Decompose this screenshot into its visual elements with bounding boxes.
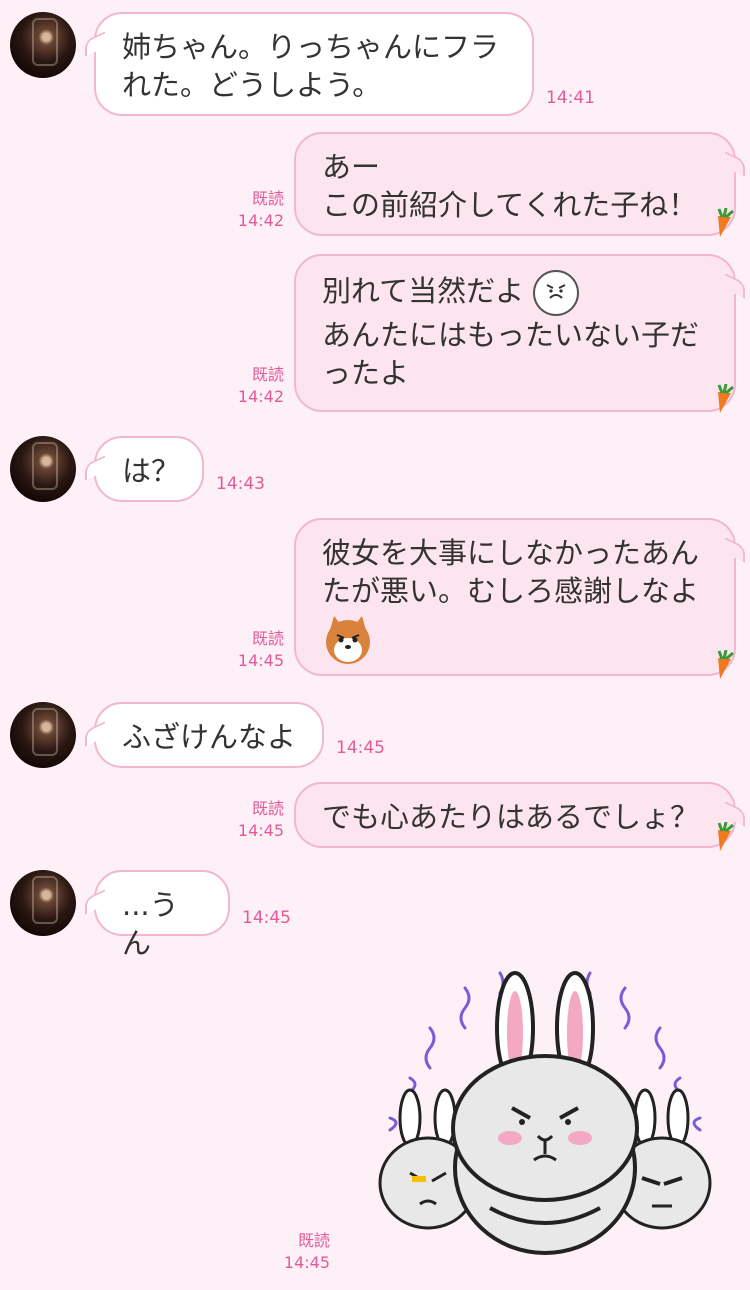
carrot-icon (717, 208, 734, 237)
read-label: 既読 (251, 629, 284, 648)
message-bubble[interactable]: ふざけんなよ (94, 702, 324, 768)
friend-avatar[interactable] (10, 436, 76, 502)
message-bubble[interactable]: 姉ちゃん。りっちゃんにフラれた。どうしよう。 (94, 12, 534, 116)
message-text: 彼女を大事にしなかったあんたが悪い。むしろ感謝しなよ (322, 536, 700, 608)
message-bubble[interactable]: ...うん (94, 870, 230, 960)
message-time: 14:45 (283, 1253, 330, 1272)
message-time: 14:43 (216, 474, 265, 494)
friend-avatar[interactable] (10, 12, 76, 78)
message-bubble[interactable]: でも心あたりはあるでしょ？ (294, 782, 736, 848)
read-receipt: 既読 14:45 (270, 1230, 330, 1274)
friend-avatar[interactable] (10, 870, 76, 936)
message-bubble[interactable]: は？ (94, 436, 204, 502)
read-receipt: 既読 14:42 (224, 364, 284, 408)
message-time: 14:45 (336, 738, 385, 758)
carrot-icon (717, 650, 734, 679)
read-receipt: 既読 14:45 (224, 798, 284, 842)
read-receipt: 既読 14:45 (224, 628, 284, 672)
message-time: 14:42 (237, 211, 284, 230)
message-bubble[interactable]: あー この前紹介してくれた子ね！ (294, 132, 736, 236)
message-time: 14:45 (237, 651, 284, 670)
read-label: 既読 (251, 189, 284, 208)
message-bubble[interactable]: 彼女を大事にしなかったあんたが悪い。むしろ感謝しなよ (294, 518, 736, 676)
friend-avatar[interactable] (10, 702, 76, 768)
message-text: 別れて当然だよ (322, 274, 525, 308)
read-label: 既読 (251, 799, 284, 818)
angry-face-emoji (533, 270, 580, 316)
message-time: 14:45 (237, 821, 284, 840)
message-time: 14:45 (242, 908, 291, 928)
angry-bunnies-sticker[interactable] (370, 968, 720, 1268)
read-label: 既読 (251, 365, 284, 384)
read-label: 既読 (297, 1231, 330, 1250)
read-receipt: 既読 14:42 (224, 188, 284, 232)
angry-face-icon (546, 284, 566, 299)
message-bubble[interactable]: 別れて当然だよ あんたにはもったいない子だったよ (294, 254, 736, 412)
chat-view: 姉ちゃん。りっちゃんにフラれた。どうしよう。 14:41 既読 14:42 あー… (0, 0, 750, 1290)
carrot-icon (717, 822, 734, 851)
carrot-icon (717, 384, 734, 413)
shiba-dog-emoji (326, 616, 370, 664)
message-time: 14:42 (237, 387, 284, 406)
message-time: 14:41 (546, 88, 595, 108)
message-text: あんたにはもったいない子だったよ (322, 318, 700, 390)
